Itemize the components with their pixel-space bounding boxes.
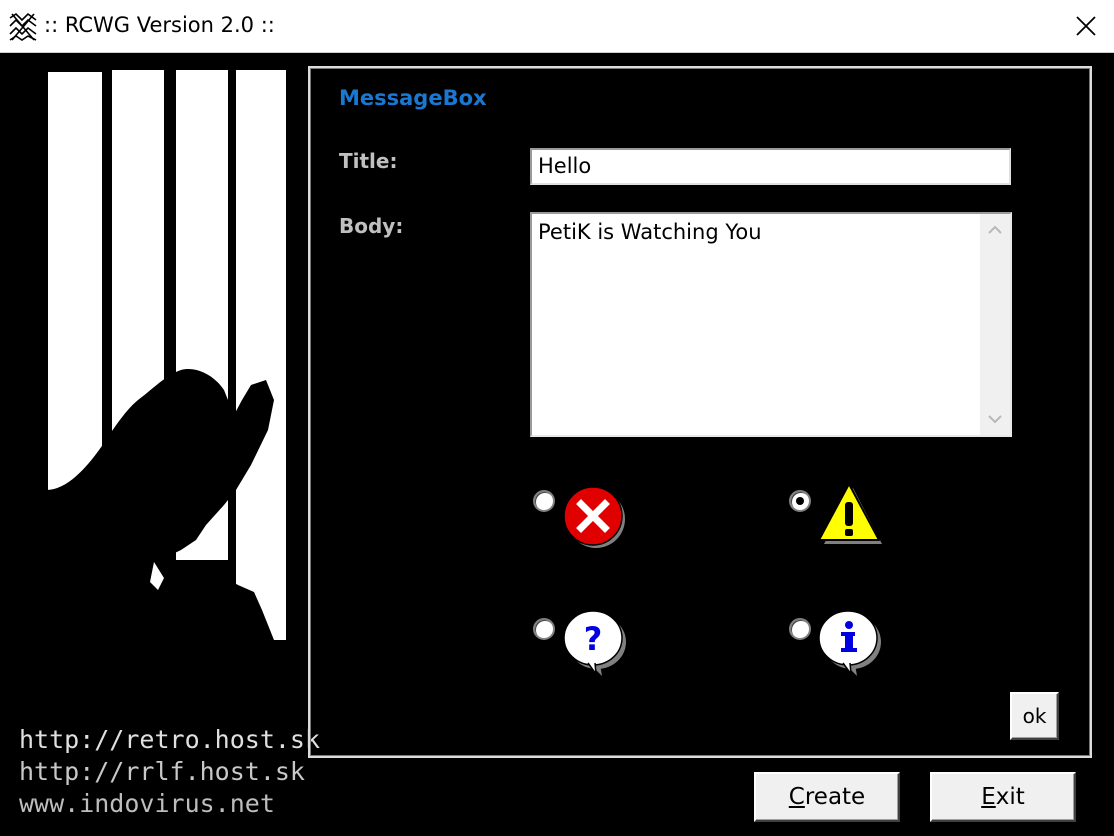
- scroll-down-icon[interactable]: [987, 413, 1003, 425]
- question-icon: ?: [563, 610, 626, 677]
- close-icon: [1076, 16, 1096, 36]
- radio-error[interactable]: [533, 490, 555, 512]
- title-label: Title:: [339, 149, 398, 173]
- ok-button[interactable]: ok: [1010, 692, 1059, 740]
- title-bar[interactable]: :: RCWG Version 2.0 ::: [0, 0, 1114, 53]
- exit-button[interactable]: Exit: [930, 772, 1076, 822]
- vertical-scrollbar[interactable]: [980, 214, 1010, 435]
- panel-heading: MessageBox: [339, 86, 487, 110]
- close-button[interactable]: [1058, 0, 1114, 52]
- svg-text:?: ?: [584, 620, 603, 658]
- body-label: Body:: [339, 214, 404, 238]
- warning-icon: [818, 483, 882, 544]
- body-textarea[interactable]: PetiK is Watching You: [530, 212, 1012, 437]
- app-window: :: RCWG Version 2.0 :: http://retro.host…: [0, 0, 1114, 836]
- create-button[interactable]: Create: [754, 772, 900, 822]
- radio-question[interactable]: [533, 618, 555, 640]
- exit-mnemonic: E: [981, 784, 996, 810]
- link-retro[interactable]: http://retro.host.sk: [19, 724, 320, 756]
- error-icon: [563, 486, 625, 548]
- radio-warning[interactable]: [789, 490, 811, 512]
- exit-label: xit: [995, 784, 1025, 810]
- title-input[interactable]: Hello: [530, 148, 1011, 185]
- window-title: :: RCWG Version 2.0 ::: [44, 13, 275, 37]
- links-block: http://retro.host.sk http://rrlf.host.sk…: [19, 724, 320, 820]
- create-mnemonic: C: [788, 784, 805, 810]
- link-indovirus[interactable]: www.indovirus.net: [19, 788, 320, 820]
- body-text-value: PetiK is Watching You: [538, 220, 762, 244]
- scroll-up-icon[interactable]: [987, 224, 1003, 236]
- information-icon: [818, 610, 881, 677]
- silhouette-behind-bars-image: [46, 70, 288, 650]
- title-input-value: Hello: [538, 154, 592, 178]
- create-label: reate: [804, 784, 866, 810]
- radio-information[interactable]: [789, 618, 811, 640]
- ok-button-label: ok: [1022, 704, 1047, 728]
- pattern-app-icon: [8, 12, 38, 42]
- link-rrlf[interactable]: http://rrlf.host.sk: [19, 756, 320, 788]
- radio-warning-dot: [796, 497, 804, 505]
